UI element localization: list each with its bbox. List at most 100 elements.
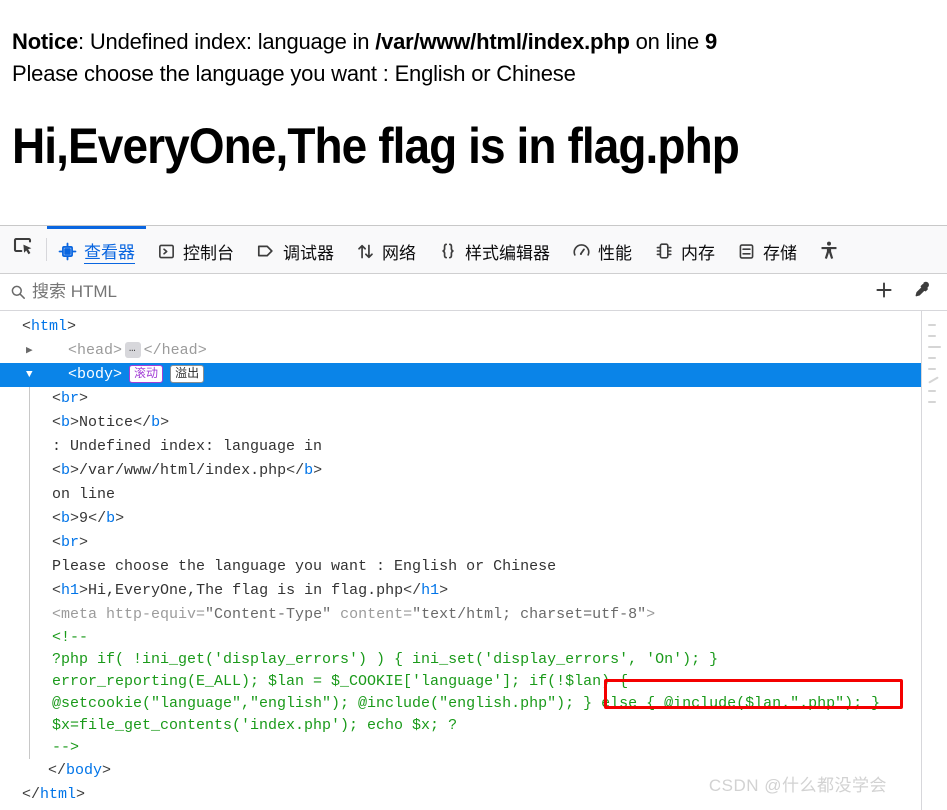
comment-php-line-3b-highlighted: else { @include($lan.".php"); } xyxy=(601,695,881,712)
markup-row-comment-line-4[interactable]: $x=file_get_contents('index.php'); echo … xyxy=(0,715,921,737)
search-icon xyxy=(10,284,26,300)
tab-network[interactable]: 网络 xyxy=(345,226,427,273)
text-node-undefined-index: : Undefined index: language in xyxy=(52,438,323,455)
tab-memory-label: 内存 xyxy=(681,243,715,263)
side-panel-line xyxy=(928,357,936,359)
comment-open-delimiter: <!-- xyxy=(52,629,89,646)
b-path-text: /var/www/html/index.php xyxy=(79,462,287,479)
side-panel-line xyxy=(928,401,936,403)
meta-attr-http-equiv-name: http-equiv xyxy=(106,606,197,623)
memory-icon xyxy=(654,241,674,261)
collapse-body-twisty[interactable] xyxy=(26,363,33,387)
text-node-please-choose: Please choose the language you want : En… xyxy=(52,558,557,575)
comment-close-delimiter: --> xyxy=(52,739,80,756)
markup-view-wrapper: <html> <head>…</head> <body>滚动溢出 <br> <b… xyxy=(0,311,947,810)
tab-inspector[interactable]: 查看器 xyxy=(47,226,146,273)
tag-head-close: head xyxy=(161,342,198,359)
h1-text: Hi,EveryOne,The flag is in flag.php xyxy=(88,582,404,599)
markup-row-br-2[interactable]: <br> xyxy=(0,531,921,555)
markup-row-body-open[interactable]: <body>滚动溢出 xyxy=(0,363,921,387)
tab-inspector-label: 查看器 xyxy=(84,238,135,264)
markup-row-html-open[interactable]: <html> xyxy=(0,315,921,339)
markup-row-text-undefined[interactable]: : Undefined index: language in xyxy=(0,435,921,459)
markup-row-b-notice[interactable]: <b>Notice</b> xyxy=(0,411,921,435)
tab-console[interactable]: 控制台 xyxy=(146,226,245,273)
tab-debugger[interactable]: 调试器 xyxy=(245,226,345,273)
tab-performance[interactable]: 性能 xyxy=(561,226,643,273)
comment-php-line-4: $x=file_get_contents('index.php'); echo … xyxy=(52,717,458,734)
markup-row-text-online[interactable]: on line xyxy=(0,483,921,507)
performance-icon xyxy=(572,242,591,261)
tab-storage[interactable]: 存储 xyxy=(726,226,808,273)
side-panel-line xyxy=(928,346,941,348)
search-input[interactable] xyxy=(32,282,873,302)
markup-tree[interactable]: <html> <head>…</head> <body>滚动溢出 <br> <b… xyxy=(0,311,921,810)
markup-row-comment-line-3[interactable]: @setcookie("language","english"); @inclu… xyxy=(0,693,921,715)
eyedropper-icon[interactable] xyxy=(911,279,933,306)
add-node-icon[interactable] xyxy=(873,279,895,306)
expand-head-twisty[interactable] xyxy=(26,339,33,363)
markup-row-br-1[interactable]: <br> xyxy=(0,387,921,411)
choose-language-line: Please choose the language you want : En… xyxy=(12,61,576,86)
markup-row-meta[interactable]: <meta http-equiv="Content-Type" content=… xyxy=(0,603,921,627)
tab-storage-label: 存储 xyxy=(763,243,797,263)
side-panel-line xyxy=(928,324,936,326)
inspector-icon xyxy=(58,242,77,261)
debugger-icon xyxy=(256,241,276,261)
tab-style-editor-label: 样式编辑器 xyxy=(465,243,550,263)
tab-console-label: 控制台 xyxy=(183,243,234,263)
side-panel-line xyxy=(928,390,936,392)
meta-attr-content-value: "text/html; charset=utf-8" xyxy=(412,606,647,623)
comment-php-line-2: error_reporting(E_ALL); $lan = $_COOKIE[… xyxy=(52,673,629,690)
storage-icon xyxy=(737,242,756,261)
b-notice-text: Notice xyxy=(79,414,134,431)
tab-performance-label: 性能 xyxy=(598,243,632,263)
markup-search-bar xyxy=(0,274,947,311)
console-icon xyxy=(157,242,176,261)
scroll-badge[interactable]: 滚动 xyxy=(129,365,164,384)
devtools-tab-list: 查看器 控制台 调试器 网络 样式编辑器 性能 内存 存储 xyxy=(47,226,947,273)
php-notice-line: Notice: Undefined index: language in /va… xyxy=(12,26,947,58)
comment-php-line-3a: @setcookie("language","english"); @inclu… xyxy=(52,695,593,712)
markup-row-h1[interactable]: <h1>Hi,EveryOne,The flag is in flag.php<… xyxy=(0,579,921,603)
tab-memory[interactable]: 内存 xyxy=(643,226,726,273)
markup-row-head[interactable]: <head>…</head> xyxy=(0,339,921,363)
collapsed-children-badge[interactable]: … xyxy=(125,342,141,359)
notice-label: Notice xyxy=(12,29,79,54)
notice-file-path: /var/www/html/index.php xyxy=(375,29,630,54)
tab-style-editor[interactable]: 样式编辑器 xyxy=(427,226,561,273)
side-panel-line xyxy=(928,335,936,337)
element-picker-button[interactable] xyxy=(0,226,46,273)
meta-attr-content-name: content xyxy=(340,606,404,623)
rules-side-panel[interactable] xyxy=(921,311,947,810)
side-panel-line xyxy=(928,368,936,370)
markup-row-comment-line-2[interactable]: error_reporting(E_ALL); $lan = $_COOKIE[… xyxy=(0,671,921,693)
markup-row-text-please[interactable]: Please choose the language you want : En… xyxy=(0,555,921,579)
element-picker-icon xyxy=(11,235,35,264)
search-bar-actions xyxy=(873,279,939,306)
notice-line-number: 9 xyxy=(705,29,718,54)
tab-debugger-label: 调试器 xyxy=(283,243,334,263)
devtools-panel: 查看器 控制台 调试器 网络 样式编辑器 性能 内存 存储 搜索 HTML <h… xyxy=(0,225,947,810)
tab-network-label: 网络 xyxy=(382,243,416,263)
side-panel-line xyxy=(928,376,939,384)
style-editor-icon xyxy=(438,241,458,261)
devtools-toolbar: 查看器 控制台 调试器 网络 样式编辑器 性能 内存 存储 xyxy=(0,226,947,274)
markup-row-comment-end[interactable]: --> xyxy=(0,737,921,759)
screenshot-root: Notice: Undefined index: language in /va… xyxy=(0,0,947,810)
overflow-badge[interactable]: 溢出 xyxy=(170,365,205,384)
tag-body: body xyxy=(77,366,114,383)
markup-row-comment-line-1[interactable]: ?php if( !ini_get('display_errors') ) { … xyxy=(0,649,921,671)
tag-html: html xyxy=(31,318,68,335)
watermark: CSDN @什么都没学会 xyxy=(708,776,887,795)
tab-accessibility[interactable] xyxy=(808,226,857,273)
network-icon xyxy=(356,242,375,261)
comment-php-line-1: ?php if( !ini_get('display_errors') ) { … xyxy=(52,651,719,668)
accessibility-icon xyxy=(818,240,840,262)
markup-row-b-nine[interactable]: <b>9</b> xyxy=(0,507,921,531)
notice-message: : Undefined index: language in xyxy=(78,29,376,54)
notice-online-text: on line xyxy=(629,29,705,54)
markup-row-b-path[interactable]: <b>/var/www/html/index.php</b> xyxy=(0,459,921,483)
rendered-page-area: Notice: Undefined index: language in /va… xyxy=(0,0,947,225)
markup-row-comment-start[interactable]: <!-- xyxy=(0,627,921,649)
